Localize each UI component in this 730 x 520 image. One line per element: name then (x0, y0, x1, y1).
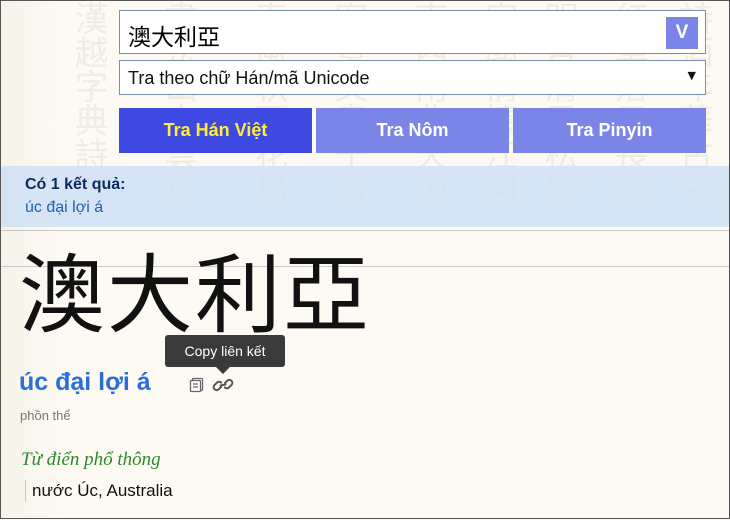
search-input[interactable]: 澳大利亞 V (119, 10, 706, 54)
headword-reading: úc đại lợi á (19, 368, 151, 396)
dictionary-name: Từ điển phổ thông (21, 449, 161, 470)
tab-tra-han-viet[interactable]: Tra Hán Việt (119, 108, 312, 153)
tab-tra-pinyin[interactable]: Tra Pinyin (513, 108, 706, 153)
tab-tra-nom[interactable]: Tra Nôm (316, 108, 509, 153)
copy-link-tooltip: Copy liên kết (165, 335, 285, 367)
copy-icon[interactable] (189, 377, 205, 393)
divider (1, 230, 729, 231)
definition-bar (25, 480, 26, 502)
result-count: Có 1 kết quả: (25, 176, 126, 193)
chevron-down-icon: ▼ (687, 69, 696, 82)
variant-label: phồn thể (20, 408, 71, 423)
search-query-text: 澳大利亞 (128, 25, 220, 51)
link-icon[interactable] (212, 376, 234, 394)
result-link[interactable]: úc đại lợi á (25, 199, 103, 217)
results-summary: Có 1 kết quả: úc đại lợi á (1, 166, 729, 227)
page-frame: 漢越字典詩書 書法山水雲月 春風秋雨花鳥 寫意文章千古 東西南北天地 家國情懷江… (0, 0, 730, 519)
headword-characters: 澳大利亞 (19, 246, 371, 346)
tooltip-arrow (216, 367, 230, 374)
virtual-keyboard-button[interactable]: V (666, 17, 698, 49)
search-mode-select[interactable]: Tra theo chữ Hán/mã Unicode ▼ (119, 60, 706, 95)
definition-text: nước Úc, Australia (32, 481, 173, 500)
search-mode-value: Tra theo chữ Hán/mã Unicode (128, 68, 370, 88)
